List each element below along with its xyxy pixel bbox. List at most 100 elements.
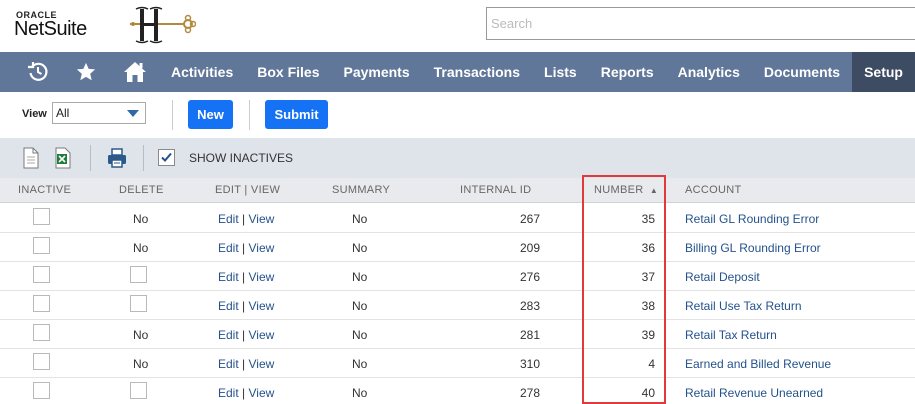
edit-view-cell: Edit | View	[218, 241, 274, 255]
nav-documents[interactable]: Documents	[752, 52, 852, 92]
edit-link[interactable]: Edit	[218, 386, 239, 400]
nav-reports[interactable]: Reports	[589, 52, 666, 92]
divider	[143, 145, 144, 171]
link-divider: |	[242, 357, 246, 371]
delete-value: No	[133, 328, 149, 342]
summary-value: No	[352, 328, 368, 342]
view-link[interactable]: View	[249, 241, 275, 255]
inactive-checkbox[interactable]	[33, 266, 50, 283]
account-link[interactable]: Retail Tax Return	[685, 328, 777, 342]
chevron-down-icon	[127, 110, 139, 117]
inactive-checkbox[interactable]	[33, 382, 50, 399]
inactive-checkbox[interactable]	[33, 295, 50, 312]
print-icon[interactable]	[106, 147, 128, 169]
search-input[interactable]: Search	[486, 7, 915, 40]
link-divider: |	[242, 299, 246, 313]
show-inactives-checkbox[interactable]	[158, 149, 175, 166]
show-inactives-label: SHOW INACTIVES	[189, 151, 294, 165]
summary-value: No	[352, 357, 368, 371]
list-toolbar: SHOW INACTIVES	[0, 138, 915, 178]
account-link[interactable]: Retail Revenue Unearned	[685, 386, 823, 400]
netsuite-logo-text[interactable]: NetSuite	[14, 18, 87, 41]
account-link[interactable]: Retail GL Rounding Error	[685, 212, 819, 226]
table-row: No Edit | View No 209 36 Billing GL Rounding …	[0, 233, 915, 262]
summary-value: No	[352, 299, 368, 313]
main-nav: Activities Box Files Payments Transactio…	[0, 52, 915, 92]
divider	[90, 145, 91, 171]
column-header-internal-id[interactable]: INTERNAL ID	[460, 184, 531, 196]
edit-view-cell: Edit | View	[218, 212, 274, 226]
inactive-checkbox[interactable]	[33, 237, 50, 254]
link-divider: |	[242, 241, 246, 255]
summary-value: No	[352, 386, 368, 400]
link-divider: |	[242, 328, 246, 342]
table-row: Edit | View No 278 40 Retail Revenue Unearne…	[0, 378, 915, 404]
inactive-checkbox[interactable]	[33, 208, 50, 225]
view-link[interactable]: View	[249, 328, 275, 342]
action-bar: View All New Submit	[0, 92, 915, 138]
view-select-value: All	[56, 106, 70, 120]
top-header: ORACLE NetSuite Search	[0, 0, 915, 52]
internal-id-value: 278	[519, 386, 540, 400]
table-row: Edit | View No 276 37 Retail Deposit	[0, 262, 915, 291]
table-row: Edit | View No 283 38 Retail Use Tax Return	[0, 291, 915, 320]
view-link[interactable]: View	[249, 299, 275, 313]
document-icon[interactable]	[21, 147, 41, 169]
nav-activities[interactable]: Activities	[159, 52, 245, 92]
delete-checkbox[interactable]	[130, 382, 147, 399]
new-button[interactable]: New	[188, 100, 233, 129]
table-row: No Edit | View No 267 35 Retail GL Rounding E…	[0, 204, 915, 233]
link-divider: |	[242, 212, 246, 226]
internal-id-value: 267	[519, 212, 540, 226]
table-row: No Edit | View No 281 39 Retail Tax Return	[0, 320, 915, 349]
nav-lists[interactable]: Lists	[532, 52, 589, 92]
view-link[interactable]: View	[249, 212, 275, 226]
edit-view-cell: Edit | View	[218, 357, 274, 371]
divider	[172, 100, 173, 130]
nav-payments[interactable]: Payments	[331, 52, 421, 92]
account-link[interactable]: Retail Deposit	[685, 270, 760, 284]
delete-checkbox[interactable]	[130, 295, 147, 312]
delete-checkbox[interactable]	[130, 266, 147, 283]
view-select[interactable]: All	[52, 102, 146, 124]
checkmark-icon	[161, 152, 172, 162]
submit-button[interactable]: Submit	[265, 100, 328, 129]
history-icon[interactable]	[14, 52, 62, 92]
edit-view-cell: Edit | View	[218, 270, 274, 284]
inactive-checkbox[interactable]	[33, 353, 50, 370]
nav-box-files[interactable]: Box Files	[245, 52, 331, 92]
internal-id-value: 283	[519, 299, 540, 313]
edit-view-cell: Edit | View	[218, 386, 274, 400]
nav-transactions[interactable]: Transactions	[422, 52, 532, 92]
view-link[interactable]: View	[249, 270, 275, 284]
summary-value: No	[352, 270, 368, 284]
edit-link[interactable]: Edit	[218, 212, 239, 226]
inactive-checkbox[interactable]	[33, 324, 50, 341]
number-column-highlight	[582, 175, 666, 404]
excel-export-icon[interactable]	[53, 147, 73, 169]
view-link[interactable]: View	[249, 357, 275, 371]
internal-id-value: 281	[519, 328, 540, 342]
edit-link[interactable]: Edit	[218, 241, 239, 255]
view-link[interactable]: View	[249, 386, 275, 400]
internal-id-value: 276	[519, 270, 540, 284]
nav-setup[interactable]: Setup	[852, 52, 915, 92]
company-logo-icon	[130, 6, 196, 44]
column-header-inactive[interactable]: INACTIVE	[18, 184, 71, 196]
account-link[interactable]: Retail Use Tax Return	[685, 299, 802, 313]
view-label: View	[22, 108, 47, 120]
edit-link[interactable]: Edit	[218, 357, 239, 371]
edit-link[interactable]: Edit	[218, 328, 239, 342]
column-header-delete[interactable]: DELETE	[119, 184, 164, 196]
column-header-summary[interactable]: SUMMARY	[332, 184, 390, 196]
home-icon[interactable]	[111, 52, 159, 92]
edit-link[interactable]: Edit	[218, 270, 239, 284]
column-header-account[interactable]: ACCOUNT	[685, 184, 742, 196]
account-link[interactable]: Billing GL Rounding Error	[685, 241, 821, 255]
edit-link[interactable]: Edit	[218, 299, 239, 313]
nav-analytics[interactable]: Analytics	[666, 52, 752, 92]
delete-value: No	[133, 212, 149, 226]
edit-view-cell: Edit | View	[218, 328, 274, 342]
star-icon[interactable]	[62, 52, 110, 92]
account-link[interactable]: Earned and Billed Revenue	[685, 357, 831, 371]
